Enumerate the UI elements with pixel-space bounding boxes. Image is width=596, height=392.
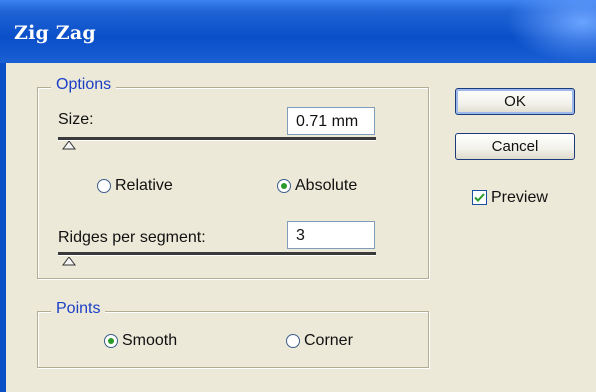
ridges-label: Ridges per segment: (58, 229, 206, 246)
smooth-radio[interactable] (104, 334, 118, 348)
preview-checkbox[interactable] (472, 190, 487, 205)
corner-radio[interactable] (286, 334, 300, 348)
size-label: Size: (58, 111, 94, 128)
preview-label: Preview (491, 189, 548, 206)
smooth-label: Smooth (122, 332, 178, 349)
relative-radio[interactable] (97, 179, 111, 193)
size-input[interactable]: 0.71 mm (287, 107, 375, 135)
ridges-slider-track[interactable] (58, 252, 376, 256)
check-icon (474, 193, 485, 202)
absolute-label: Absolute (295, 177, 358, 194)
ridges-input[interactable]: 3 (287, 221, 375, 249)
window-left-border (0, 63, 6, 392)
relative-label: Relative (115, 177, 173, 194)
window-title: Zig Zag (14, 22, 96, 44)
absolute-radio-dot (281, 183, 287, 189)
corner-label: Corner (304, 332, 353, 349)
options-legend: Options (51, 76, 117, 94)
ok-button[interactable]: OK (455, 88, 575, 115)
title-bar-glow (506, 0, 596, 63)
size-slider-track[interactable] (58, 137, 376, 141)
smooth-radio-dot (108, 338, 114, 344)
points-group (37, 311, 429, 368)
cancel-button[interactable]: Cancel (455, 133, 575, 160)
title-bar[interactable]: Zig Zag (0, 0, 596, 63)
size-slider-thumb[interactable] (62, 141, 76, 150)
zig-zag-dialog: Zig Zag Options Size: 0.71 mm Relative A… (0, 0, 596, 392)
ridges-slider-thumb[interactable] (62, 257, 76, 266)
absolute-radio[interactable] (277, 179, 291, 193)
points-legend: Points (51, 300, 106, 318)
